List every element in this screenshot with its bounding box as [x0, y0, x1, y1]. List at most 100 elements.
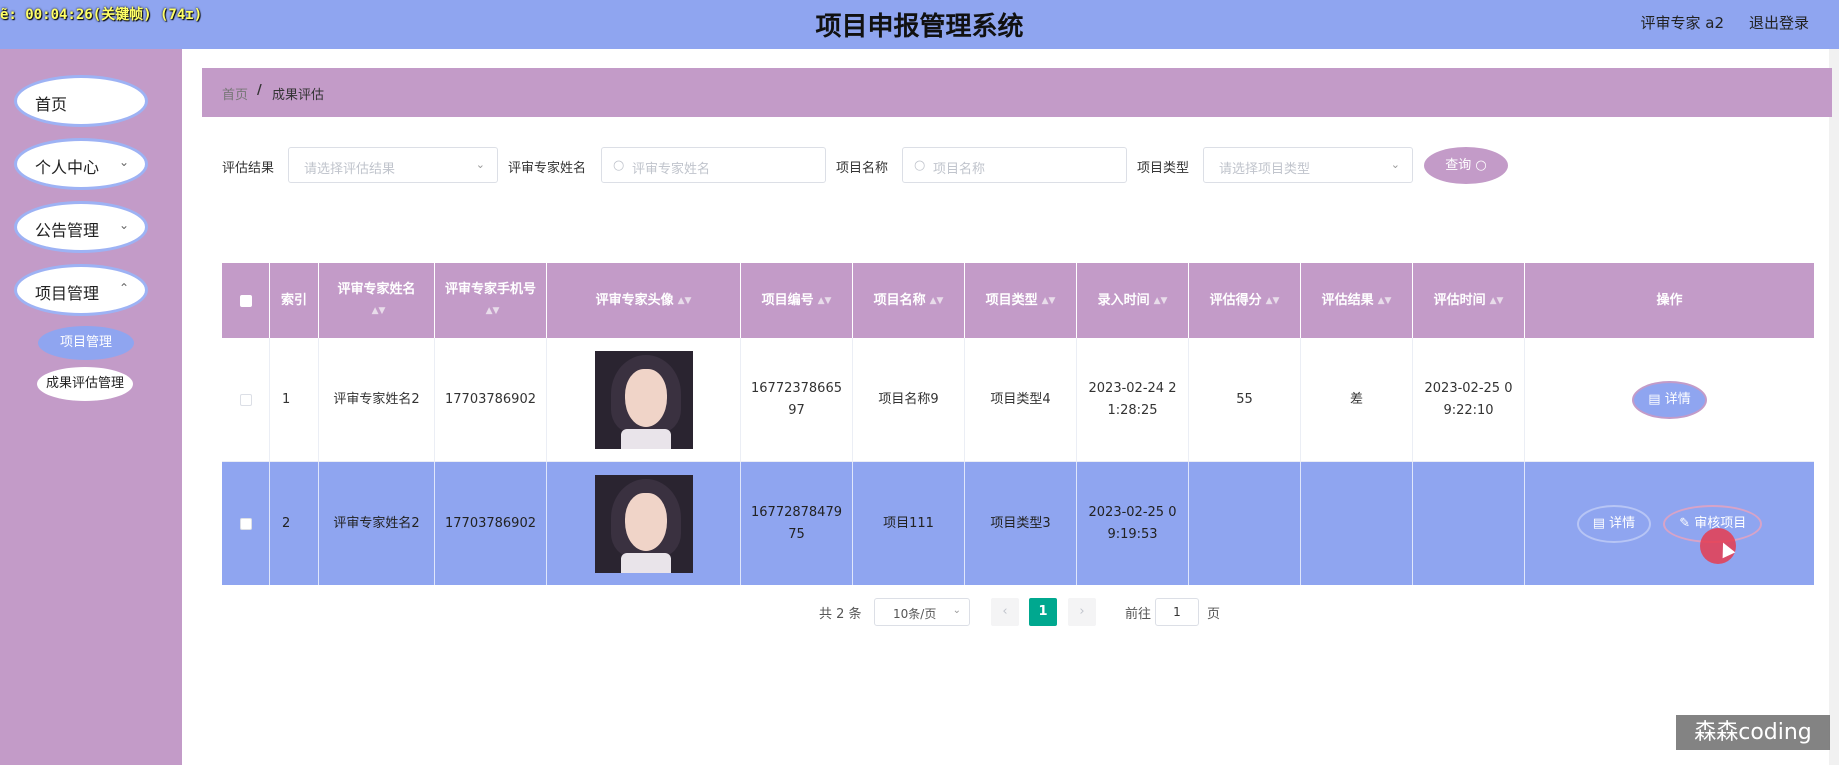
evaluation-table: 索引 评审专家姓名 ▲▼ 评审专家手机号▲▼ 评审专家头像 ▲▼ 项目编号 ▲▼ 项目… — [222, 263, 1814, 585]
goto-page-input[interactable]: 1 — [1155, 598, 1199, 626]
sort-icon[interactable]: ▲▼ — [486, 306, 500, 316]
col-project-type[interactable]: 项目类型 ▲▼ — [965, 263, 1077, 338]
project-filter-label: 项目名称 — [836, 161, 889, 176]
expert-avatar-image[interactable] — [594, 474, 693, 573]
sort-icon[interactable]: ▲▼ — [930, 291, 944, 311]
sidebar-subitem-evaluation-manage[interactable]: 成果评估管理 — [37, 367, 133, 401]
col-actions-label: 操作 — [1656, 292, 1683, 308]
chevron-down-icon: ⌄ — [475, 158, 485, 171]
sort-icon[interactable]: ▲▼ — [372, 306, 386, 316]
sort-icon[interactable]: ▲▼ — [678, 291, 692, 311]
cell-phone: 17703786902 — [435, 462, 547, 585]
project-type-placeholder: 请选择项目类型 — [1219, 162, 1311, 177]
page-size-value: 10条/页 — [893, 607, 937, 621]
goto-label: 前往 — [1125, 607, 1152, 622]
page-size-select[interactable]: 10条/页 ⌄ — [874, 598, 970, 626]
cell-score — [1189, 462, 1301, 585]
next-page-button[interactable]: › — [1068, 598, 1096, 626]
search-icon: ○ — [613, 158, 625, 173]
sidebar-item-announcement[interactable]: 公告管理 ⌄ — [17, 204, 145, 250]
document-icon: ▤ — [1648, 391, 1665, 407]
expert-avatar-image[interactable] — [594, 350, 693, 449]
col-phone[interactable]: 评审专家手机号 ▲▼ — [435, 263, 547, 338]
prev-page-button[interactable]: ‹ — [991, 598, 1019, 626]
cell-expert-name: 评审专家姓名2 — [319, 338, 435, 461]
cell-actions: ▤ 详情 — [1525, 338, 1814, 461]
col-project-no-label: 项目编号 — [761, 292, 814, 308]
detail-button[interactable]: ▤ 详情 — [1634, 382, 1705, 417]
cell-score: 55 — [1189, 338, 1301, 461]
expert-filter-label: 评审专家姓名 — [508, 161, 587, 176]
sort-icon[interactable]: ▲▼ — [1490, 291, 1504, 311]
cell-project-name: 项目名称9 — [853, 338, 965, 461]
sidebar-subitem-project-manage[interactable]: 项目管理 — [38, 326, 134, 360]
project-name-input[interactable]: ○ 项目名称 — [902, 147, 1127, 183]
col-index: 索引 — [270, 263, 319, 338]
current-user: 评审专家 a2 — [1640, 14, 1724, 32]
col-entry-time[interactable]: 录入时间 ▲▼ — [1077, 263, 1189, 338]
sort-icon[interactable]: ▲▼ — [1154, 291, 1168, 311]
sidebar-item-project[interactable]: 项目管理 ⌃ — [17, 267, 145, 313]
cell-index: 1 — [270, 338, 319, 461]
row-select-cell[interactable] — [222, 462, 270, 585]
watermark: 森森coding — [1676, 715, 1830, 750]
cell-project-name: 项目111 — [853, 462, 965, 585]
table-row[interactable]: 1 评审专家姓名2 17703786902 1677237866597 项目名称… — [222, 338, 1814, 462]
cell-actions: ▤ 详情 ✎ 审核项目 — [1525, 462, 1814, 585]
row-checkbox[interactable] — [239, 393, 252, 406]
project-type-select[interactable]: 请选择项目类型 ⌄ — [1203, 147, 1413, 183]
expert-name-input[interactable]: ○ 评审专家姓名 — [601, 147, 826, 183]
row-checkbox[interactable] — [239, 517, 252, 530]
sidebar-item-label: 首页 — [35, 95, 68, 114]
cell-entry-time: 2023-02-25 09:19:53 — [1077, 462, 1189, 585]
chevron-down-icon: ⌄ — [118, 218, 129, 232]
app-title: 项目申报管理系统 — [815, 12, 1024, 42]
sort-icon[interactable]: ▲▼ — [1042, 291, 1056, 311]
breadcrumb-home[interactable]: 首页 — [222, 84, 248, 103]
sidebar: 首页 个人中心 ⌄ 公告管理 ⌄ 项目管理 ⌃ — [0, 49, 182, 765]
goto-page-suffix: 页 — [1207, 607, 1221, 622]
page-scrollbar[interactable] — [1829, 49, 1839, 765]
breadcrumb: 首页 / 成果评估 — [202, 68, 1832, 117]
document-icon: ▤ — [1592, 515, 1610, 531]
detail-button-label: 详情 — [1664, 391, 1691, 407]
col-score[interactable]: 评估得分 ▲▼ — [1189, 263, 1301, 338]
table-header: 索引 评审专家姓名 ▲▼ 评审专家手机号▲▼ 评审专家头像 ▲▼ 项目编号 ▲▼ 项目… — [222, 263, 1814, 338]
sort-icon[interactable]: ▲▼ — [818, 291, 832, 311]
col-index-label: 索引 — [280, 292, 307, 308]
row-select-cell[interactable] — [222, 338, 270, 461]
col-actions: 操作 — [1525, 263, 1814, 338]
col-project-name-label: 项目名称 — [873, 292, 926, 308]
select-all-cell[interactable] — [222, 263, 270, 338]
logout-link[interactable]: 退出登录 — [1749, 12, 1809, 33]
chevron-right-icon: › — [1079, 604, 1085, 619]
sort-icon[interactable]: ▲▼ — [1266, 291, 1280, 311]
query-button[interactable]: 查询 ○ — [1424, 147, 1508, 184]
result-select-placeholder: 请选择评估结果 — [304, 162, 396, 177]
select-all-checkbox[interactable] — [239, 294, 252, 307]
col-eval-time[interactable]: 评估时间 ▲▼ — [1413, 263, 1525, 338]
col-project-type-label: 项目类型 — [985, 292, 1038, 308]
search-icon: ○ — [1475, 158, 1487, 173]
col-project-no[interactable]: 项目编号 ▲▼ — [741, 263, 853, 338]
search-icon: ○ — [914, 158, 926, 173]
detail-button[interactable]: ▤ 详情 — [1579, 507, 1649, 541]
expert-name-placeholder: 评审专家姓名 — [632, 162, 711, 177]
cell-avatar — [547, 338, 741, 461]
col-project-name[interactable]: 项目名称 ▲▼ — [853, 263, 965, 338]
type-filter-label: 项目类型 — [1137, 161, 1190, 176]
col-phone-label: 评审专家手机号 — [444, 282, 536, 297]
sidebar-item-personal-center[interactable]: 个人中心 ⌄ — [17, 141, 145, 187]
chevron-up-icon: ⌃ — [118, 281, 129, 295]
chevron-down-icon: ⌄ — [118, 155, 129, 169]
sort-icon[interactable]: ▲▼ — [1378, 291, 1392, 311]
col-expert-name[interactable]: 评审专家姓名 ▲▼ — [319, 263, 435, 338]
sidebar-item-home[interactable]: 首页 — [17, 78, 145, 124]
table-row[interactable]: 2 评审专家姓名2 17703786902 1677287847975 项目11… — [222, 462, 1814, 585]
col-score-label: 评估得分 — [1209, 292, 1262, 308]
col-avatar[interactable]: 评审专家头像 ▲▼ — [547, 263, 741, 338]
result-select[interactable]: 请选择评估结果 ⌄ — [288, 147, 498, 183]
page-number-button[interactable]: 1 — [1029, 598, 1057, 626]
edit-icon: ✎ — [1679, 515, 1695, 531]
col-result[interactable]: 评估结果 ▲▼ — [1301, 263, 1413, 338]
